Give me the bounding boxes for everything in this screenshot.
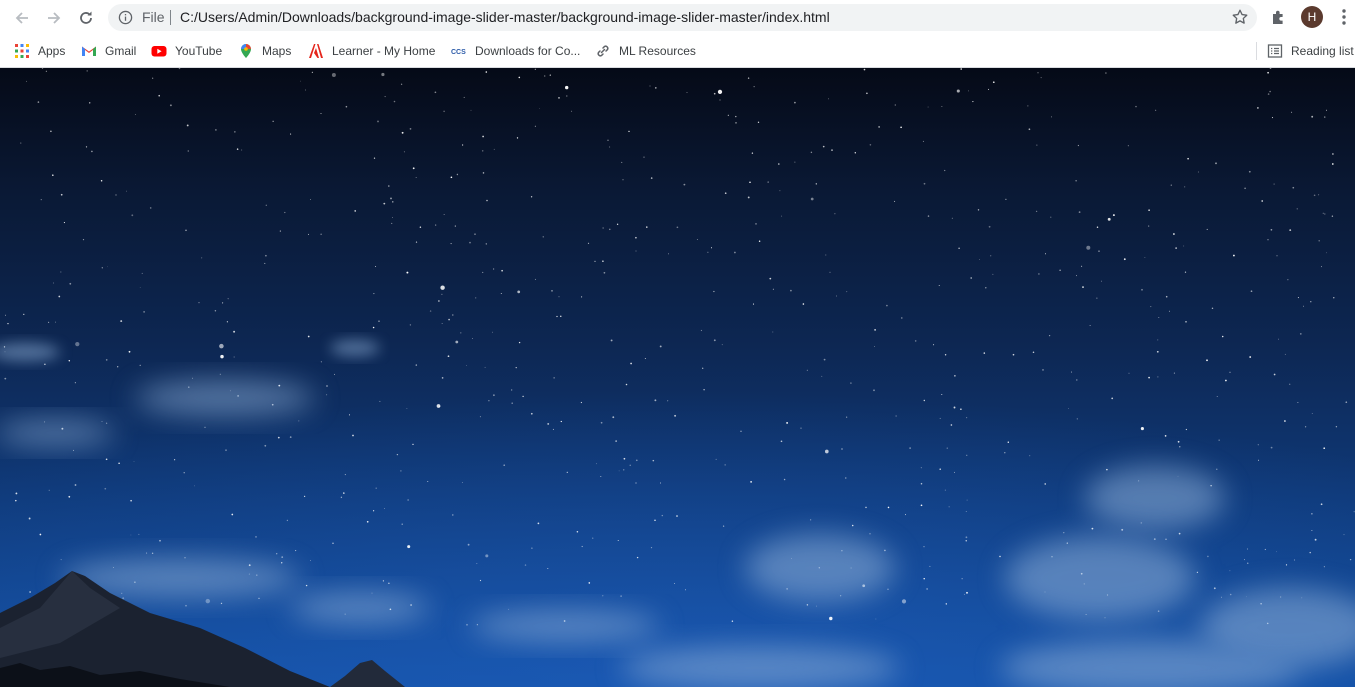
bookmark-learner[interactable]: Learner - My Home bbox=[308, 41, 435, 61]
svg-text:CCS: CCS bbox=[451, 49, 466, 56]
background-image-slide bbox=[0, 68, 1355, 687]
bookmark-label: ML Resources bbox=[619, 44, 696, 58]
reading-list-button[interactable]: Reading list bbox=[1267, 41, 1354, 61]
night-sky-stars-mountains-image bbox=[0, 68, 1355, 687]
link-icon bbox=[597, 45, 609, 57]
reload-button[interactable] bbox=[73, 5, 99, 31]
url-text[interactable]: C:/Users/Admin/Downloads/background-imag… bbox=[180, 9, 830, 25]
bookmark-gmail[interactable]: Gmail bbox=[81, 41, 136, 61]
bookmarks-divider bbox=[1256, 42, 1257, 60]
bookmark-label: Learner - My Home bbox=[332, 44, 436, 58]
bookmark-maps[interactable]: Maps bbox=[238, 41, 291, 61]
gmail-icon bbox=[82, 46, 96, 56]
bookmark-label: Gmail bbox=[105, 44, 137, 58]
bookmark-label: Maps bbox=[262, 44, 292, 58]
back-button[interactable] bbox=[9, 5, 35, 31]
youtube-icon bbox=[151, 46, 167, 57]
arrow-left-icon bbox=[15, 12, 28, 24]
maps-pin-icon bbox=[241, 44, 251, 58]
reading-list-icon bbox=[1267, 44, 1283, 58]
profile-avatar[interactable]: H bbox=[1301, 6, 1323, 28]
bookmark-ml-resources[interactable]: ML Resources bbox=[595, 41, 696, 61]
bookmark-label: YouTube bbox=[175, 44, 223, 58]
kebab-menu-icon[interactable] bbox=[1336, 8, 1352, 26]
apps-grid-icon bbox=[15, 44, 29, 58]
url-scheme-label: File bbox=[142, 9, 165, 25]
bookmark-label: Downloads for Co... bbox=[475, 44, 581, 58]
star-icon[interactable] bbox=[1231, 8, 1249, 26]
ccs-icon: CCS bbox=[451, 49, 466, 56]
bookmark-youtube[interactable]: YouTube bbox=[151, 41, 222, 61]
bookmarks-bar: Apps Gmail YouTube Maps Learner - My Hom… bbox=[0, 35, 1355, 68]
bookmark-label: Apps bbox=[38, 44, 66, 58]
url-separator bbox=[170, 10, 171, 25]
puzzle-icon[interactable] bbox=[1270, 8, 1288, 26]
reload-icon bbox=[80, 11, 92, 24]
arrow-right-icon bbox=[48, 12, 61, 24]
browser-toolbar: File C:/Users/Admin/Downloads/background… bbox=[0, 0, 1355, 35]
bookmark-apps[interactable]: Apps bbox=[14, 41, 65, 61]
reading-list-label: Reading list bbox=[1291, 44, 1354, 58]
bookmark-downloads[interactable]: CCS Downloads for Co... bbox=[451, 41, 580, 61]
adobe-icon bbox=[309, 44, 323, 58]
address-bar[interactable]: File C:/Users/Admin/Downloads/background… bbox=[108, 4, 1257, 31]
forward-button[interactable] bbox=[41, 5, 67, 31]
info-icon[interactable] bbox=[118, 10, 133, 25]
